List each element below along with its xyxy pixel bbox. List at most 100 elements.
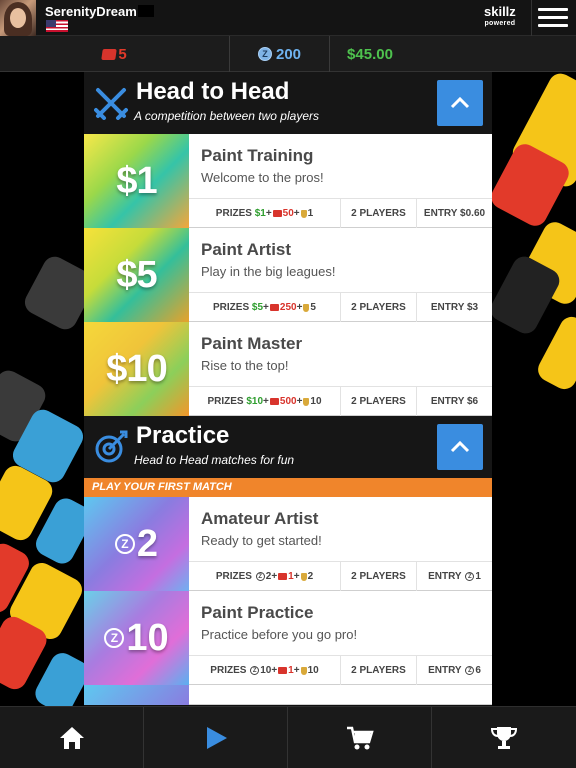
hamburger-menu-icon[interactable] bbox=[538, 8, 568, 30]
thumbnail-price: $1 bbox=[116, 159, 157, 202]
prize-z: 10 bbox=[260, 665, 272, 676]
prizes-label: PRIZES bbox=[207, 396, 244, 407]
tournament-stats: PRIZES Z 10 +1 +10 2 PLAYERS ENTRY Z6 bbox=[189, 655, 492, 686]
tournament-stats: PRIZES Z 2 +1 +2 2 PLAYERS ENTRY Z1 bbox=[189, 561, 492, 592]
entry-fee: ENTRY $3 bbox=[430, 302, 479, 313]
tournament-thumbnail: $5 bbox=[84, 228, 189, 322]
tournament-row[interactable]: $5 Paint Artist Play in the big leagues!… bbox=[84, 228, 492, 323]
section-header-practice: Practice Head to Head matches for fun bbox=[84, 416, 492, 478]
thumbnail-price-value: 2 bbox=[136, 522, 159, 565]
player-count: 2 PLAYERS bbox=[341, 561, 417, 592]
plus-sign: + bbox=[265, 208, 272, 219]
trophy-icon bbox=[300, 666, 307, 675]
prize-tickets: 250 bbox=[279, 302, 297, 313]
ticket-icon bbox=[278, 667, 288, 674]
prize-trophies: 1 bbox=[307, 208, 314, 219]
tournament-thumbnail bbox=[84, 685, 189, 705]
entry-z: 6 bbox=[475, 665, 481, 676]
tournament-description: Ready to get started! bbox=[201, 533, 322, 548]
ticket-icon bbox=[278, 573, 288, 580]
plus-sign: + bbox=[293, 571, 300, 582]
prizes-label: PRIZES bbox=[215, 571, 252, 582]
app-screen: SerenityDream skillz powered 5 Z 200 $45… bbox=[0, 0, 576, 768]
nav-leaderboard[interactable] bbox=[432, 707, 576, 768]
player-count: 2 PLAYERS bbox=[341, 386, 417, 417]
tournament-row[interactable]: Z2 Amateur Artist Ready to get started! … bbox=[84, 497, 492, 592]
skillz-logo: skillz powered bbox=[484, 4, 516, 30]
tournament-thumbnail: Z2 bbox=[84, 497, 189, 591]
tournament-row[interactable]: $10 Paint Master Rise to the top! PRIZES… bbox=[84, 322, 492, 417]
avatar-face bbox=[10, 8, 26, 28]
trophy-icon bbox=[300, 572, 307, 581]
player-count: 2 PLAYERS bbox=[341, 655, 417, 686]
prize-tickets: 500 bbox=[279, 396, 297, 407]
prizes-label: PRIZES bbox=[210, 665, 247, 676]
chevron-up-icon bbox=[450, 440, 470, 453]
entry-fee: ENTRY Z1 bbox=[417, 562, 492, 592]
prize-trophies: 10 bbox=[310, 396, 322, 407]
cart-icon bbox=[347, 726, 374, 750]
prize-cash: $5 bbox=[251, 302, 264, 313]
tournament-row[interactable]: Z 10 Paint Practice Practice before you g… bbox=[84, 591, 492, 686]
username[interactable]: SerenityDream bbox=[45, 4, 137, 19]
z-coin-icon: Z bbox=[250, 666, 260, 675]
tickets-balance[interactable]: 5 bbox=[0, 36, 230, 72]
cash-value: $45.00 bbox=[347, 45, 393, 63]
top-bar: SerenityDream skillz powered bbox=[0, 0, 576, 36]
prizes: PRIZES Z 2 +1 +2 bbox=[189, 561, 341, 592]
currency-bar: 5 Z 200 $45.00 bbox=[0, 36, 576, 72]
plus-sign: + bbox=[296, 302, 303, 313]
section-subtitle: Head to Head matches for fun bbox=[134, 453, 295, 467]
nav-store[interactable] bbox=[288, 707, 432, 768]
tournament-description: Welcome to the pros! bbox=[201, 170, 324, 185]
plus-sign: + bbox=[296, 396, 303, 407]
tournament-row[interactable] bbox=[84, 685, 492, 705]
plus-sign: + bbox=[271, 571, 278, 582]
prize-tickets: 50 bbox=[282, 208, 294, 219]
prize-cash: $10 bbox=[246, 396, 264, 407]
plus-sign: + bbox=[293, 208, 300, 219]
brand-name: skillz bbox=[484, 4, 516, 19]
tournament-row[interactable]: $1 Paint Training Welcome to the pros! P… bbox=[84, 134, 492, 229]
section-subtitle: A competition between two players bbox=[134, 109, 319, 123]
plus-sign: + bbox=[263, 302, 269, 313]
zcoins-balance[interactable]: Z 200 bbox=[230, 36, 330, 72]
section-title: Head to Head bbox=[136, 78, 290, 105]
tournament-description: Play in the big leagues! bbox=[201, 264, 336, 279]
tournament-info: Paint Practice Practice before you go pr… bbox=[189, 591, 492, 655]
collapse-button[interactable] bbox=[437, 424, 483, 470]
home-icon bbox=[60, 727, 84, 749]
tournament-list[interactable]: Head to Head A competition between two p… bbox=[84, 72, 492, 706]
tournament-info: Amateur Artist Ready to get started! bbox=[189, 497, 492, 561]
z-coin-icon: Z bbox=[257, 47, 272, 61]
thumbnail-price: $5 bbox=[116, 253, 157, 296]
ticket-icon bbox=[272, 210, 282, 217]
plus-sign: + bbox=[263, 396, 269, 407]
prizes: PRIZES Z 10 +1 +10 bbox=[189, 655, 341, 686]
prizes-label: PRIZES bbox=[213, 302, 250, 313]
z-coin-icon: Z bbox=[465, 666, 475, 675]
prizes: PRIZES $5 +250 +5 bbox=[189, 292, 341, 323]
z-coin-icon: Z bbox=[465, 572, 475, 581]
collapse-button[interactable] bbox=[437, 80, 483, 126]
section-header-head-to-head: Head to Head A competition between two p… bbox=[84, 72, 492, 134]
tournament-description: Practice before you go pro! bbox=[201, 627, 358, 642]
bottom-nav bbox=[0, 706, 576, 768]
thumbnail-price-value: 10 bbox=[126, 616, 169, 659]
tournament-title: Amateur Artist bbox=[201, 509, 319, 528]
tickets-value: 5 bbox=[118, 45, 127, 63]
tournament-title: Paint Master bbox=[201, 334, 303, 353]
nav-play[interactable] bbox=[144, 707, 288, 768]
ticket-icon bbox=[269, 398, 279, 405]
z-coin-icon: Z bbox=[255, 572, 265, 581]
avatar[interactable] bbox=[0, 0, 36, 36]
z-coin-icon: Z bbox=[114, 534, 135, 554]
trophy-icon bbox=[303, 303, 310, 312]
tournament-info: Paint Artist Play in the big leagues! bbox=[189, 228, 492, 292]
thumbnail-price: Z2 bbox=[114, 522, 159, 566]
ticket-icon bbox=[269, 304, 279, 311]
first-match-banner: PLAY YOUR FIRST MATCH bbox=[84, 478, 492, 497]
nav-home[interactable] bbox=[0, 707, 144, 768]
cash-balance[interactable]: $45.00 bbox=[330, 36, 410, 72]
prizes: PRIZES $1 +50 +1 bbox=[189, 198, 341, 229]
